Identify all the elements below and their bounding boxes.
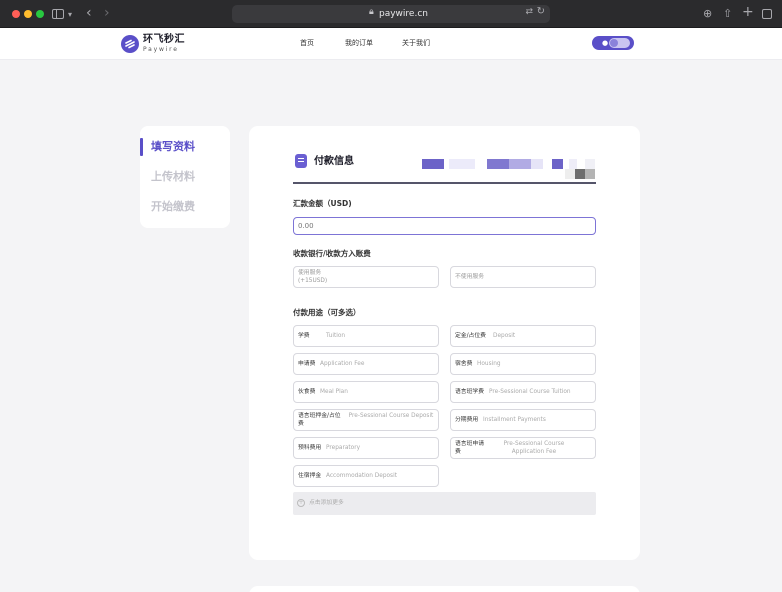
minimize-window-button[interactable] [24, 10, 32, 18]
purpose-cn: 定金/占位费 [455, 333, 486, 339]
purpose-cn: 语言班申请费 [455, 441, 484, 455]
logo-icon[interactable] [121, 35, 139, 53]
use-service-label: 使用服务 (+15USD) [298, 270, 328, 284]
nav-about-us[interactable]: 关于我们 [402, 39, 430, 48]
purpose-cn: 语言班学费 [455, 389, 484, 395]
purpose-label: 付款用途（可多选） [293, 308, 361, 317]
purpose-cn: 分期费用 [455, 417, 479, 423]
purpose-housing[interactable]: 宿舍费 Housing [450, 353, 596, 375]
chevron-down-icon[interactable]: ▾ [68, 7, 72, 23]
purpose-cn: 语言班押金/占位费 [298, 413, 341, 427]
back-icon[interactable]: ‹ [86, 5, 92, 21]
step-fill-info[interactable]: 填写资料 [151, 140, 195, 154]
download-icon[interactable]: ⊕ [703, 6, 712, 22]
purpose-cn: 学费 [298, 333, 310, 339]
card-title: 付款信息 [314, 156, 354, 167]
purpose-cn: 申请费 [298, 361, 316, 367]
payment-info-icon [295, 154, 307, 168]
purpose-application-fee[interactable]: 申请费 Application Fee [293, 353, 439, 375]
url-text: paywire.cn [379, 9, 428, 19]
steps-panel: 填写资料 上传材料 开始缴费 [140, 126, 230, 228]
site-header: 环飞秒汇 Paywire 首页 我的订单 关于我们 ● [0, 28, 782, 60]
add-more-button[interactable]: + 点击添加更多 [293, 492, 596, 515]
payment-info-card: 付款信息 汇款金额（USD) 收款银行/收款方入账费 使用服务 (+15USD)… [249, 126, 640, 560]
new-tab-icon[interactable]: + [742, 4, 754, 20]
translate-icon[interactable]: ⇄ [525, 7, 533, 17]
add-more-label: 点击添加更多 [309, 500, 344, 506]
step-start-payment[interactable]: 开始缴费 [151, 200, 195, 214]
purpose-en: Accommodation Deposit [326, 473, 397, 479]
purpose-meal-plan[interactable]: 伙食费 Meal Plan [293, 381, 439, 403]
address-bar[interactable]: 🔒︎ paywire.cn ⇄ ↻ [232, 5, 550, 23]
active-step-indicator [140, 138, 143, 156]
next-card [249, 586, 640, 592]
purpose-presessional-application-fee[interactable]: 语言班申请费 Pre-Sessional Course Application … [450, 437, 596, 459]
tab-overview-icon[interactable] [762, 9, 772, 19]
purpose-installments[interactable]: 分期费用 Installment Payments [450, 409, 596, 431]
purpose-cn: 宿舍费 [455, 361, 473, 367]
no-service-option[interactable]: 不使用服务 [450, 266, 596, 288]
purpose-presessional-tuition[interactable]: 语言班学费 Pre-Sessional Course Tuition [450, 381, 596, 403]
share-icon[interactable]: ⇧ [723, 6, 732, 22]
bank-fee-label: 收款银行/收款方入账费 [293, 249, 371, 258]
plus-circle-icon: + [297, 499, 305, 507]
purpose-cn: 住宿押金 [298, 473, 322, 479]
reload-icon[interactable]: ↻ [537, 6, 545, 17]
user-icon: ● [602, 39, 609, 47]
purpose-en: Deposit [493, 333, 516, 339]
title-divider [293, 182, 596, 184]
no-service-label: 不使用服务 [455, 274, 484, 280]
purpose-en: Pre-Sessional Course Application Fee [503, 441, 565, 455]
purpose-tuition[interactable]: 学费 Tuition [293, 325, 439, 347]
user-menu-button[interactable]: ● [592, 36, 634, 50]
purpose-en: Installment Payments [483, 417, 546, 423]
purpose-presessional-deposit[interactable]: 语言班押金/占位费 Pre-Sessional Course Deposit [293, 409, 439, 431]
forward-icon[interactable]: › [104, 5, 110, 21]
amount-label: 汇款金额（USD) [293, 199, 352, 208]
purpose-accommodation-deposit[interactable]: 住宿押金 Accommodation Deposit [293, 465, 439, 487]
purpose-en: Pre-Sessional Course Deposit [348, 413, 434, 419]
purpose-en: Preparatory [326, 445, 361, 451]
purpose-cn: 伙食费 [298, 389, 316, 395]
purpose-en: Pre-Sessional Course Tuition [489, 389, 571, 395]
amount-input[interactable] [293, 217, 596, 235]
browser-toolbar: ▾ ‹ › 🔒︎ paywire.cn ⇄ ↻ ⊕ ⇧ + [0, 0, 782, 28]
lock-icon: 🔒︎ [369, 7, 374, 17]
close-window-button[interactable] [12, 10, 20, 18]
purpose-en: Housing [477, 361, 501, 367]
nav-my-orders[interactable]: 我的订单 [345, 39, 373, 48]
avatar [609, 38, 630, 48]
use-service-option[interactable]: 使用服务 (+15USD) [293, 266, 439, 288]
step-upload-materials[interactable]: 上传材料 [151, 170, 195, 184]
purpose-en: Tuition [326, 333, 346, 339]
purpose-preparatory[interactable]: 预科费用 Preparatory [293, 437, 439, 459]
purpose-en: Application Fee [320, 361, 365, 367]
logo-subtext: Paywire [143, 46, 179, 53]
zoom-window-button[interactable] [36, 10, 44, 18]
nav-home[interactable]: 首页 [300, 39, 314, 48]
purpose-cn: 预科费用 [298, 445, 322, 451]
sidebar-icon[interactable] [52, 9, 64, 19]
purpose-en: Meal Plan [320, 389, 348, 395]
purpose-deposit[interactable]: 定金/占位费 Deposit [450, 325, 596, 347]
logo-text[interactable]: 环飞秒汇 [143, 34, 185, 45]
